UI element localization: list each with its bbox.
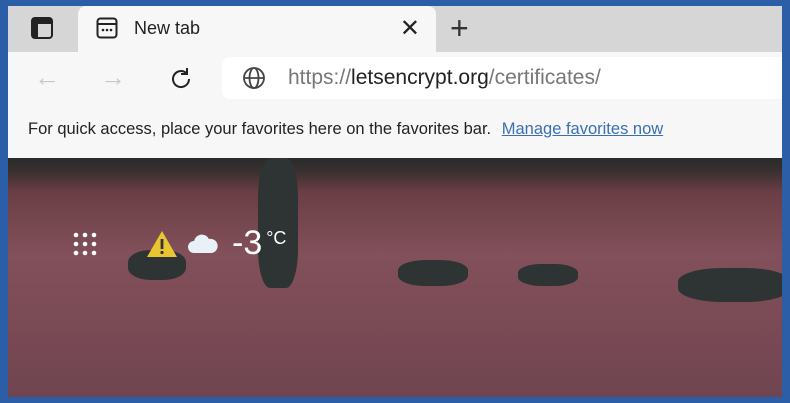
rock: [518, 264, 578, 286]
temperature-unit: °C: [266, 228, 287, 248]
apps-grid-icon[interactable]: [72, 231, 98, 257]
tab-title: New tab: [134, 18, 201, 38]
favorites-message: For quick access, place your favorites h…: [28, 120, 492, 138]
address-bar[interactable]: https://letsencrypt.org/certificates/: [222, 57, 782, 99]
favorites-bar: For quick access, place your favorites h…: [8, 106, 782, 158]
browser-window: New tab ✕ + ← → https://letsencrypt.org/…: [8, 6, 782, 397]
url-text: https://letsencrypt.org/certificates/: [288, 66, 601, 89]
new-tab-page-icon: [96, 17, 118, 39]
weather-widget[interactable]: -3 °C: [72, 224, 286, 263]
refresh-icon[interactable]: [168, 66, 194, 92]
toolbar: ← → https://letsencrypt.org/certificates…: [8, 52, 782, 106]
globe-icon: [243, 67, 265, 89]
new-tab-button[interactable]: +: [450, 10, 469, 47]
close-tab-icon[interactable]: ✕: [400, 14, 420, 43]
tab-new-tab[interactable]: New tab ✕: [78, 6, 436, 52]
forward-arrow-icon[interactable]: →: [100, 62, 126, 93]
cloud-icon: [188, 234, 218, 253]
temperature: -3: [232, 224, 263, 262]
tab-bar: New tab ✕ +: [8, 6, 782, 52]
back-arrow-icon[interactable]: ←: [34, 62, 60, 93]
manage-favorites-link[interactable]: Manage favorites now: [502, 120, 663, 138]
rock: [678, 268, 782, 302]
rock: [258, 158, 298, 288]
tab-actions-icon[interactable]: [30, 16, 54, 40]
rock: [398, 260, 468, 286]
background-image: [8, 158, 782, 397]
warning-icon[interactable]: [146, 230, 178, 258]
